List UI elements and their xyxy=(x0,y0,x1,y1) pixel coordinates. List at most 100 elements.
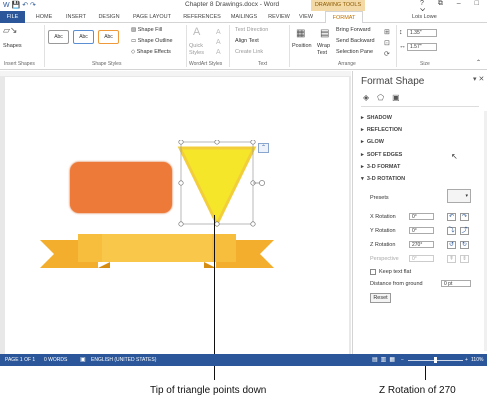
rotate-clockwise-icon[interactable]: ↻ xyxy=(460,241,469,249)
effects-icon[interactable]: ⬠ xyxy=(377,93,392,102)
tab-home[interactable]: HOME xyxy=(31,11,57,23)
shape-effects-button[interactable]: ◇ Shape Effects xyxy=(131,49,171,55)
window-title: Chapter 8 Drawings.docx - Word xyxy=(185,1,280,8)
section-soft-edges[interactable]: ▸ SOFT EDGES xyxy=(361,152,402,158)
section-glow[interactable]: ▸ GLOW xyxy=(361,139,384,145)
shape-fill-button[interactable]: ▨ Shape Fill xyxy=(131,27,162,33)
distance-from-ground-label: Distance from ground xyxy=(370,281,423,287)
style-sample-1[interactable]: Abc xyxy=(48,30,69,44)
text-effects-icons: AAA xyxy=(216,29,221,56)
tab-page-layout[interactable]: PAGE LAYOUT xyxy=(128,11,176,23)
triangle[interactable] xyxy=(177,146,257,228)
section-glow-label: GLOW xyxy=(366,139,384,145)
perspective-decrease-icon[interactable]: ⇞ xyxy=(447,255,456,263)
y-rotation-input[interactable]: 0° xyxy=(409,227,434,234)
keep-text-flat-checkbox[interactable] xyxy=(370,269,376,275)
yellow-ribbon-banner-shape[interactable] xyxy=(38,232,278,277)
collapse-ribbon-icon[interactable]: ⌃ xyxy=(476,59,481,66)
presets-dropdown[interactable]: ▾ xyxy=(447,189,471,203)
align-text-button[interactable]: Align Text xyxy=(235,38,259,44)
section-3d-rotation[interactable]: ▾ 3-D ROTATION xyxy=(361,176,405,182)
selected-triangle-shape[interactable] xyxy=(168,140,268,235)
x-rotation-label: X Rotation xyxy=(370,214,396,220)
resize-handle[interactable] xyxy=(250,221,256,227)
shapes-gallery-icon[interactable]: ▱↘ xyxy=(3,25,17,36)
perspective-input[interactable]: 0° xyxy=(409,255,434,262)
x-rotation-input[interactable]: 0° xyxy=(409,213,434,220)
tab-insert[interactable]: INSERT xyxy=(62,11,90,23)
section-3d-format[interactable]: ▸ 3-D FORMAT xyxy=(361,164,400,170)
tab-view[interactable]: VIEW xyxy=(296,11,316,23)
word-count[interactable]: 0 WORDS xyxy=(44,357,67,363)
resize-handle[interactable] xyxy=(214,221,220,227)
status-bar: PAGE 1 OF 1 0 WORDS ▣ ENGLISH (UNITED ST… xyxy=(0,354,487,366)
send-backward-button[interactable]: Send Backward xyxy=(336,38,375,44)
resize-handle[interactable] xyxy=(214,140,220,145)
align-group-rotate-icons[interactable]: ⊞ ⊡ ⟳ xyxy=(384,27,390,60)
y-rotation-label: Y Rotation xyxy=(370,228,396,234)
view-mode-icons[interactable]: ▤▥▦ xyxy=(372,356,398,363)
ruler xyxy=(0,71,351,76)
zoom-slider-thumb[interactable] xyxy=(434,357,437,363)
bring-forward-button[interactable]: Bring Forward xyxy=(336,27,371,33)
page-count[interactable]: PAGE 1 OF 1 xyxy=(5,357,35,363)
group-divider xyxy=(186,25,187,67)
quick-styles-button[interactable]: Quick Styles xyxy=(189,43,211,57)
user-name[interactable]: Lois Lowe xyxy=(412,11,437,23)
resize-handle[interactable] xyxy=(178,221,184,227)
rotate-right-icon[interactable]: ↷ xyxy=(460,213,469,221)
rotation-handle-icon[interactable] xyxy=(259,180,265,186)
quick-access-toolbar[interactable]: W 💾 ↶ ↷ xyxy=(3,1,36,9)
layout-options-icon[interactable]: ⌃ xyxy=(258,143,269,153)
orange-rounded-rectangle[interactable] xyxy=(70,162,172,213)
tab-mailings[interactable]: MAILINGS xyxy=(226,11,262,23)
zoom-level[interactable]: 110% xyxy=(471,357,483,363)
shape-height-input[interactable]: 1.35" xyxy=(407,29,437,37)
section-shadow[interactable]: ▸ SHADOW xyxy=(361,115,392,121)
size-group-label: Size xyxy=(420,61,430,67)
language-indicator[interactable]: ENGLISH (UNITED STATES) xyxy=(91,357,156,363)
tab-references[interactable]: REFERENCES xyxy=(180,11,224,23)
resize-handle[interactable] xyxy=(250,140,256,145)
width-icon: ↔ xyxy=(399,43,406,50)
text-direction-button[interactable]: Text Direction xyxy=(235,27,268,33)
tab-review[interactable]: REVIEW xyxy=(264,11,294,23)
pane-title: Format Shape xyxy=(361,76,425,87)
shape-outline-button[interactable]: ▭ Shape Outline xyxy=(131,38,173,44)
tab-design[interactable]: DESIGN xyxy=(95,11,123,23)
selection-pane-button[interactable]: Selection Pane xyxy=(336,49,373,55)
wrap-text-button[interactable]: Wrap Text xyxy=(317,43,333,57)
style-sample-3[interactable]: Abc xyxy=(98,30,119,44)
shapes-button[interactable]: Shapes xyxy=(3,43,22,49)
drawing-tools-context-title: DRAWING TOOLS xyxy=(311,0,365,11)
section-3d-rotation-label: 3-D ROTATION xyxy=(366,176,406,182)
banner-left-fold xyxy=(98,262,110,268)
reset-button[interactable]: Reset xyxy=(370,293,391,303)
format-shape-pane: Format Shape ▾ ✕ ◈⬠▣ ▸ SHADOW ▸ REFLECTI… xyxy=(352,71,487,354)
rotate-left-icon[interactable]: ↶ xyxy=(447,213,456,221)
pane-close-icon[interactable]: ▾ ✕ xyxy=(473,75,484,83)
perspective-increase-icon[interactable]: ⇟ xyxy=(460,255,469,263)
z-rotation-input[interactable]: 270° xyxy=(409,241,434,248)
proofing-icon[interactable]: ▣ xyxy=(80,356,86,363)
zoom-out-icon[interactable]: − xyxy=(401,357,404,363)
section-reflection[interactable]: ▸ REFLECTION xyxy=(361,127,402,133)
shape-width-input[interactable]: 1.57" xyxy=(407,43,437,51)
shape-fill-icon: ▨ xyxy=(131,27,138,33)
distance-from-ground-input[interactable]: 0 pt xyxy=(441,280,471,287)
zoom-in-icon[interactable]: + xyxy=(465,357,468,363)
rotate-down-icon[interactable]: ⤵ xyxy=(447,227,456,235)
wrap-text-icon: ▤ xyxy=(320,28,330,39)
layout-properties-icon[interactable]: ▣ xyxy=(392,93,408,102)
resize-handle[interactable] xyxy=(178,180,184,186)
create-link-button[interactable]: Create Link xyxy=(235,49,263,55)
rotate-up-icon[interactable]: ⤴ xyxy=(460,227,469,235)
title-bar: W 💾 ↶ ↷ Chapter 8 Drawings.docx - Word xyxy=(0,0,487,11)
tab-file[interactable]: FILE xyxy=(0,11,25,23)
rotate-counterclockwise-icon[interactable]: ↺ xyxy=(447,241,456,249)
fill-line-icon[interactable]: ◈ xyxy=(363,93,377,102)
style-sample-2[interactable]: Abc xyxy=(73,30,94,44)
resize-handle[interactable] xyxy=(178,140,184,145)
position-button[interactable]: Position xyxy=(292,43,312,49)
pane-divider xyxy=(361,106,479,107)
